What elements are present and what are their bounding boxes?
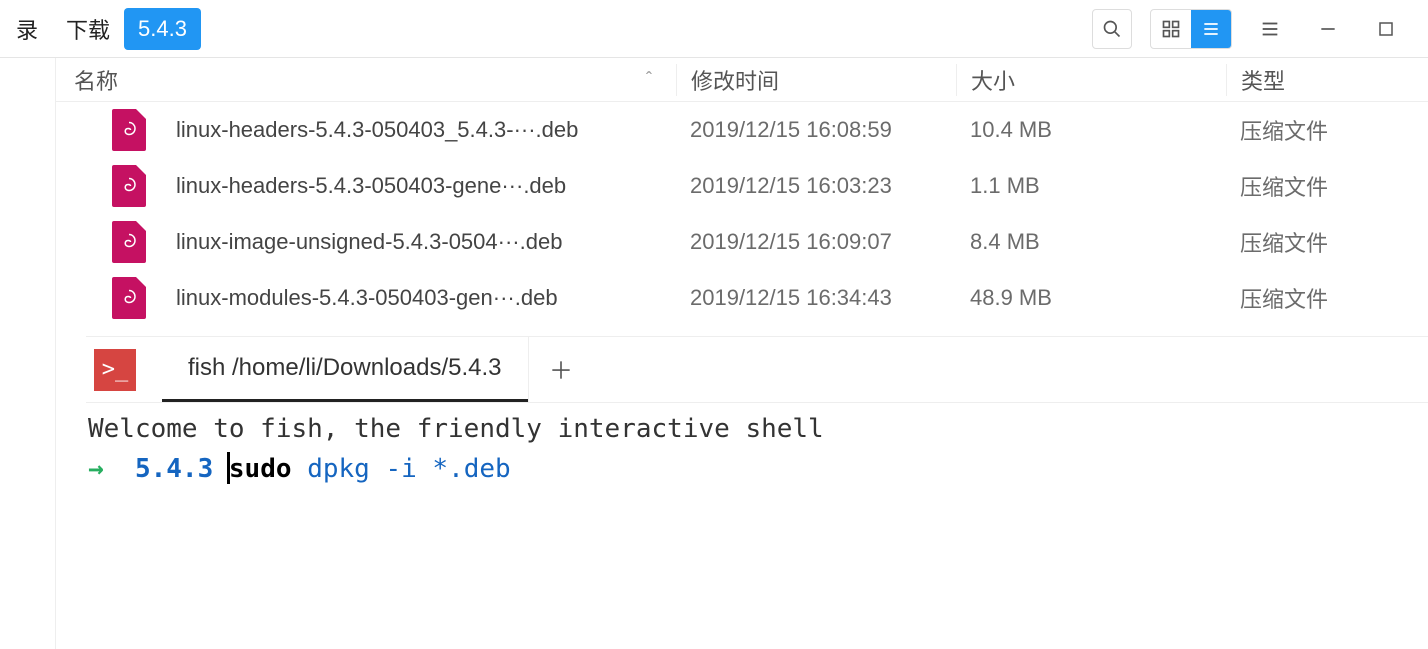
plus-icon [548,357,574,383]
file-size: 8.4 MB [956,229,1226,255]
toolbar: 录 下载 5.4.3 [0,0,1428,58]
minimize-icon [1318,19,1338,39]
terminal-body[interactable]: Welcome to fish, the friendly interactiv… [86,403,1428,496]
search-button[interactable] [1092,9,1132,49]
file-row[interactable]: linux-modules-5.4.3-050403-gen···.deb 20… [56,270,1428,326]
terminal-new-tab[interactable] [528,337,594,402]
file-type: 压缩文件 [1226,282,1428,314]
file-row[interactable]: linux-headers-5.4.3-050403_5.4.3-···.deb… [56,102,1428,158]
file-name: linux-headers-5.4.3-050403-gene···.deb [176,173,566,199]
file-size: 1.1 MB [956,173,1226,199]
deb-package-icon [112,221,146,263]
file-type: 压缩文件 [1226,114,1428,146]
column-name-label: 名称 [74,64,118,96]
deb-package-icon [112,277,146,319]
file-type: 压缩文件 [1226,226,1428,258]
left-gutter [0,58,56,649]
deb-package-icon [112,165,146,207]
view-list-button[interactable] [1191,10,1231,48]
terminal-tab[interactable]: fish /home/li/Downloads/5.4.3 [162,337,528,402]
cmd-sudo: sudo [229,454,292,484]
prompt-dir: 5.4.3 [135,454,213,484]
column-header-name[interactable]: 名称 ˆ [56,64,676,96]
breadcrumb-1[interactable]: 下载 [52,5,124,53]
file-mtime: 2019/12/15 16:08:59 [676,117,956,143]
terminal-app-icon: >_ [94,349,136,391]
cmd-rest: dpkg -i *.deb [307,454,511,484]
column-header-size[interactable]: 大小 [956,64,1226,96]
file-type: 压缩文件 [1226,170,1428,202]
terminal-tabs: >_ fish /home/li/Downloads/5.4.3 [86,337,1428,403]
deb-package-icon [112,109,146,151]
file-size: 48.9 MB [956,285,1226,311]
file-rows: linux-headers-5.4.3-050403_5.4.3-···.deb… [56,102,1428,326]
file-row[interactable]: linux-image-unsigned-5.4.3-0504···.deb 2… [56,214,1428,270]
search-icon [1102,19,1122,39]
sort-indicator-icon: ˆ [646,69,652,90]
column-header-mtime[interactable]: 修改时间 [676,64,956,96]
column-header-type[interactable]: 类型 [1226,64,1428,96]
breadcrumb-2[interactable]: 5.4.3 [124,8,201,50]
column-headers: 名称 ˆ 修改时间 大小 类型 [56,58,1428,102]
breadcrumb-0[interactable]: 录 [2,5,52,53]
file-row[interactable]: linux-headers-5.4.3-050403-gene···.deb 2… [56,158,1428,214]
prompt-arrow: → [88,454,104,484]
view-grid-button[interactable] [1151,10,1191,48]
terminal-welcome: Welcome to fish, the friendly interactiv… [88,414,824,444]
file-size: 10.4 MB [956,117,1226,143]
content: 名称 ˆ 修改时间 大小 类型 linux-headers-5.4.3-0504… [0,58,1428,649]
grid-icon [1161,19,1181,39]
maximize-button[interactable] [1366,9,1406,49]
file-mtime: 2019/12/15 16:09:07 [676,229,956,255]
maximize-icon [1377,20,1395,38]
file-mtime: 2019/12/15 16:03:23 [676,173,956,199]
toolbar-right [1092,9,1428,49]
list-icon [1201,19,1221,39]
hamburger-icon [1259,18,1281,40]
terminal-pane: >_ fish /home/li/Downloads/5.4.3 Welcome… [86,336,1428,649]
minimize-button[interactable] [1308,9,1348,49]
main: 名称 ˆ 修改时间 大小 类型 linux-headers-5.4.3-0504… [56,58,1428,649]
file-name: linux-headers-5.4.3-050403_5.4.3-···.deb [176,117,578,143]
view-mode-group [1150,9,1232,49]
file-mtime: 2019/12/15 16:34:43 [676,285,956,311]
file-name: linux-image-unsigned-5.4.3-0504···.deb [176,229,562,255]
menu-button[interactable] [1250,9,1290,49]
file-name: linux-modules-5.4.3-050403-gen···.deb [176,285,558,311]
